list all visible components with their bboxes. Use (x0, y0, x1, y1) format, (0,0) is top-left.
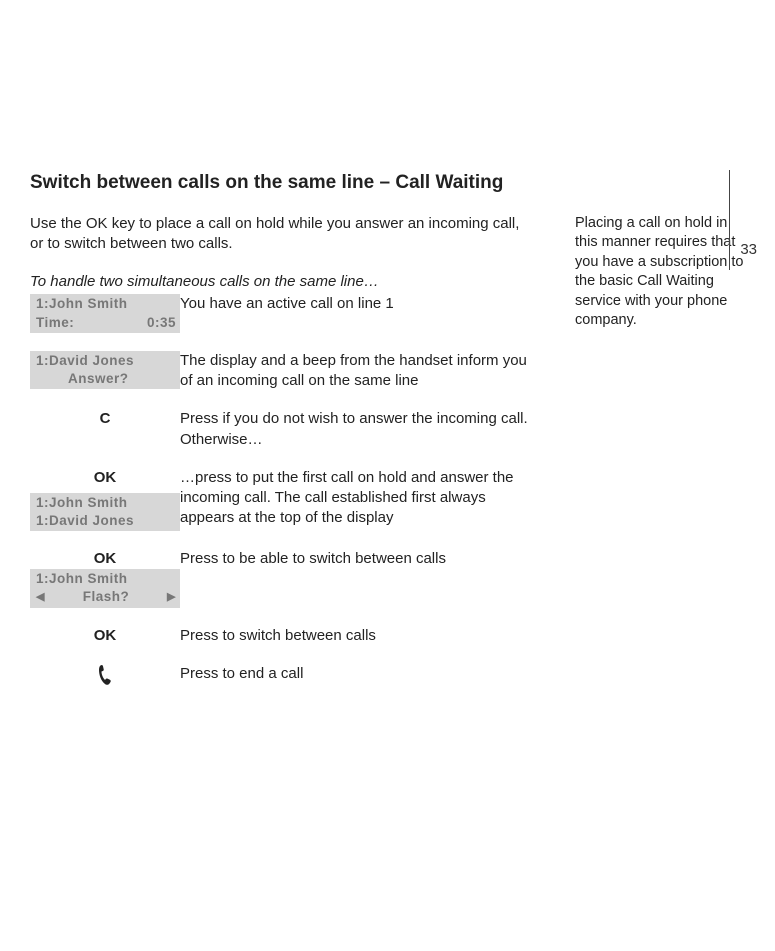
display-line: 1:David Jones (36, 512, 176, 530)
key-label-c: C (30, 409, 180, 450)
display-line: 1:John Smith (36, 570, 176, 588)
step-row: 1:John Smith Time: 0:35 You have an acti… (30, 294, 530, 332)
display-line: 1:John Smith (36, 494, 176, 512)
display-line: ◀ Flash? ▶ (36, 588, 176, 606)
step-row: OK Press to switch between calls (30, 626, 530, 646)
step-row: C Press if you do not wish to answer the… (30, 409, 530, 450)
hangup-icon (30, 664, 180, 690)
display-line: Answer? (36, 370, 176, 388)
step-left: 1:David Jones Answer? (30, 351, 180, 392)
spacer (180, 569, 530, 607)
phone-display: 1:David Jones Answer? (30, 351, 180, 389)
display-value: 0:35 (147, 314, 176, 332)
step-row: 1:John Smith 1:David Jones (30, 493, 530, 531)
step-left: 1:John Smith Time: 0:35 (30, 294, 180, 332)
phone-display: 1:John Smith 1:David Jones (30, 493, 180, 531)
step-row: OK Press to be able to switch between ca… (30, 549, 530, 569)
step-row: 1:John Smith ◀ Flash? ▶ (30, 569, 530, 607)
step-description: Press to be able to switch between calls (180, 549, 530, 569)
sub-heading: To handle two simultaneous calls on the … (30, 272, 530, 292)
phone-display: 1:John Smith Time: 0:35 (30, 294, 180, 332)
step-row: 1:David Jones Answer? The display and a … (30, 351, 530, 392)
display-label: Time: (36, 314, 74, 332)
step-row: Press to end a call (30, 664, 530, 690)
side-note: Placing a call on hold in this manner re… (575, 214, 745, 708)
step-description: Press if you do not wish to answer the i… (180, 409, 530, 450)
intro-text: Use the OK key to place a call on hold w… (30, 214, 530, 255)
phone-display: 1:John Smith ◀ Flash? ▶ (30, 569, 180, 607)
page-number: 33 (740, 240, 757, 260)
right-arrow-icon: ▶ (167, 590, 176, 605)
main-column: Use the OK key to place a call on hold w… (30, 214, 530, 708)
left-arrow-icon: ◀ (36, 590, 45, 605)
step-left: 1:John Smith ◀ Flash? ▶ (30, 569, 180, 607)
display-line: 1:John Smith (36, 295, 176, 313)
step-description: You have an active call on line 1 (180, 294, 530, 332)
page-heading: Switch between calls on the same line – … (30, 170, 745, 196)
page: 33 Switch between calls on the same line… (0, 170, 775, 951)
display-flash: Flash? (83, 588, 130, 606)
step-description: Press to end a call (180, 664, 530, 690)
step-description: The display and a beep from the handset … (180, 351, 530, 392)
display-line: 1:David Jones (36, 352, 176, 370)
content-columns: Use the OK key to place a call on hold w… (30, 214, 745, 708)
key-label-ok: OK (30, 626, 180, 646)
step-left: 1:John Smith 1:David Jones (30, 493, 180, 531)
display-line: Time: 0:35 (36, 314, 176, 332)
spacer (180, 493, 530, 531)
phone-handset-icon (96, 664, 114, 686)
header-rule (729, 170, 730, 270)
step-description: Press to switch between calls (180, 626, 530, 646)
key-label-ok: OK (30, 549, 180, 569)
